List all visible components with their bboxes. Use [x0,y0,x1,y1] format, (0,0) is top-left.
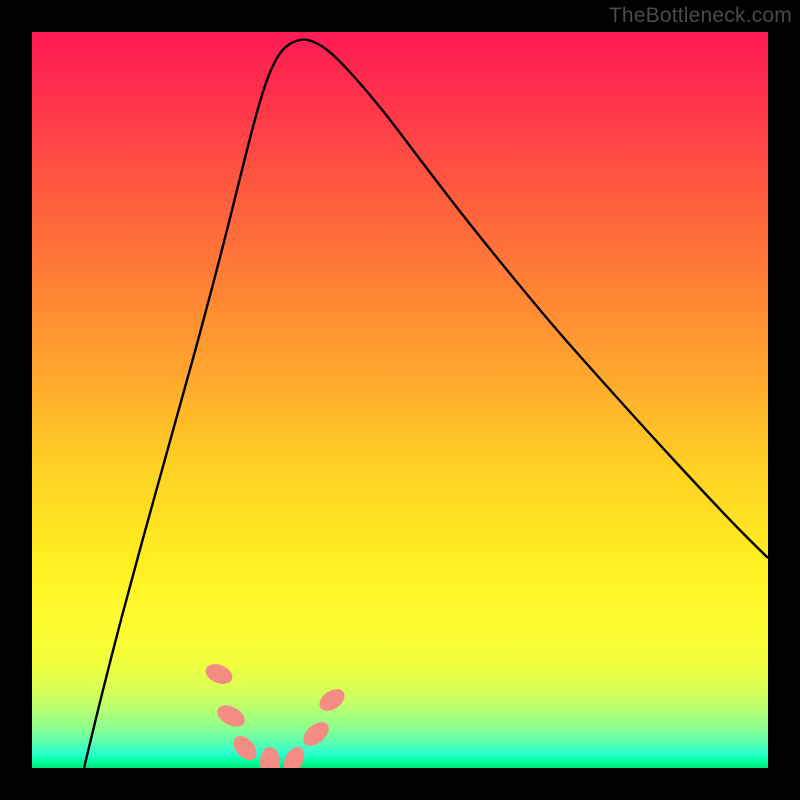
curve-marker [260,747,280,768]
curve-marker [214,701,249,731]
curve-layer [32,32,768,768]
plot-area [32,32,768,768]
chart-frame: TheBottleneck.com [0,0,800,800]
curve-marker [279,743,308,768]
curve-marker [229,732,261,765]
bottleneck-curve [84,40,768,768]
curve-marker [203,660,236,687]
watermark-text: TheBottleneck.com [609,4,792,28]
curve-marker [299,717,334,750]
curve-markers [203,660,349,768]
curve-marker [315,685,348,716]
